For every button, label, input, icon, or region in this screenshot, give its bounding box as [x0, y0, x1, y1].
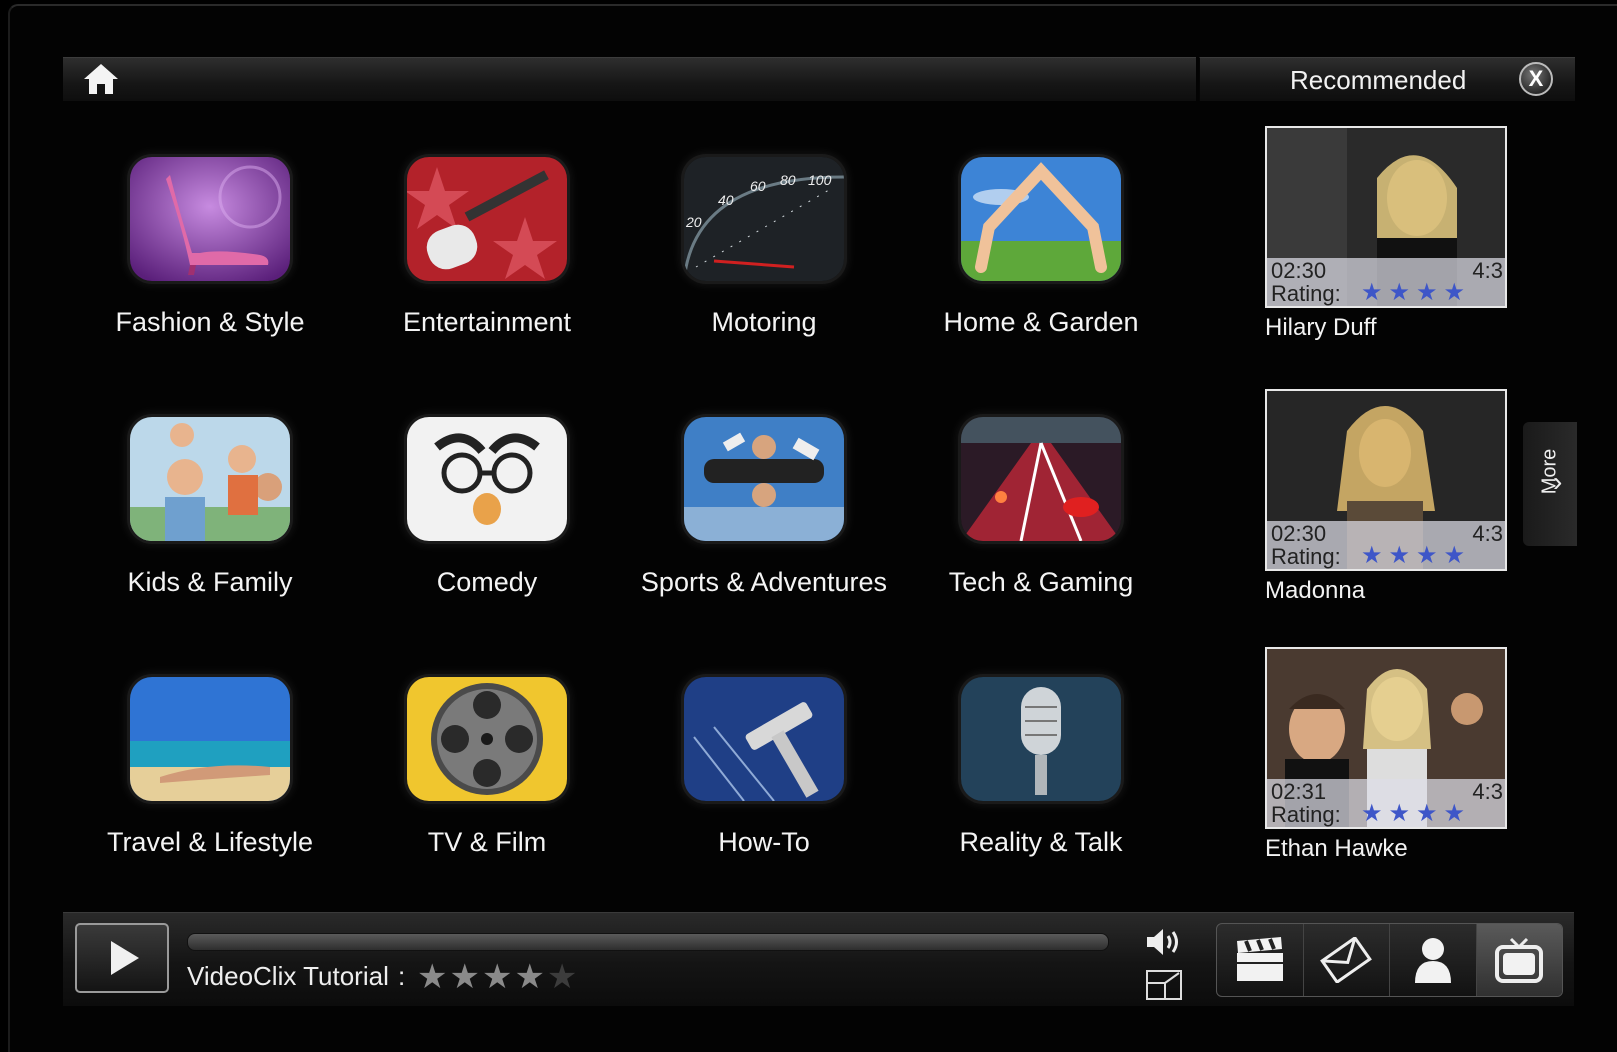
category-home-garden[interactable]: Home & Garden — [901, 157, 1181, 377]
category-label: Tech & Gaming — [948, 567, 1134, 597]
category-label: How-To — [718, 827, 810, 857]
recommended-header: Recommended X — [1199, 57, 1575, 101]
category-label: Travel & Lifestyle — [106, 827, 314, 857]
kids-family-thumbnail — [130, 417, 290, 541]
category-label: Sports & Adventures — [640, 567, 888, 597]
travel-lifestyle-thumbnail — [130, 677, 290, 801]
category-reality-talk[interactable]: Reality & Talk — [901, 677, 1181, 897]
category-label: Fashion & Style — [115, 307, 305, 337]
category-sports-adventures[interactable]: Sports & Adventures — [624, 417, 904, 637]
rating-stars-filled: ★★★★ — [417, 958, 547, 996]
play-button[interactable] — [75, 923, 169, 993]
share-email-button[interactable] — [1304, 924, 1390, 996]
category-label: Reality & Talk — [959, 827, 1123, 857]
tech-gaming-thumbnail — [961, 417, 1121, 541]
video-thumbnail: 02:30 4:3 Rating: ★★★★ — [1265, 126, 1507, 308]
now-playing-title: VideoClix Tutorial — [187, 961, 389, 991]
tv-mode-button[interactable] — [1476, 924, 1562, 996]
speedometer-number: 80 — [780, 172, 796, 188]
video-meta: 02:30 4:3 Rating: ★★★★ — [1267, 521, 1505, 569]
video-thumbnail: 02:31 4:3 Rating: ★★★★ — [1265, 647, 1507, 829]
video-aspect-ratio: 4:3 — [1472, 779, 1503, 804]
entertainment-thumbnail — [407, 157, 567, 281]
video-meta: 02:31 4:3 Rating: ★★★★ — [1267, 779, 1505, 827]
category-tech-gaming[interactable]: Tech & Gaming — [901, 417, 1181, 637]
progress-bar[interactable] — [187, 933, 1109, 951]
volume-icon[interactable] — [1143, 925, 1183, 959]
category-tv-film[interactable]: TV & Film — [347, 677, 627, 897]
speedometer-number: 40 — [718, 192, 734, 208]
video-aspect-ratio: 4:3 — [1472, 258, 1503, 283]
category-label: Home & Garden — [943, 307, 1139, 337]
rating-stars-empty: ★ — [546, 958, 580, 996]
rating-label: Rating: — [1271, 802, 1341, 827]
recommended-video-1[interactable]: 02:30 4:3 Rating: ★★★★ Hilary Duff — [1265, 126, 1507, 342]
category-entertainment[interactable]: Entertainment — [347, 157, 627, 377]
play-icon — [111, 941, 139, 975]
home-garden-thumbnail — [961, 157, 1121, 281]
resize-icon[interactable] — [1145, 969, 1183, 1001]
video-aspect-ratio: 4:3 — [1472, 521, 1503, 546]
how-to-thumbnail — [684, 677, 844, 801]
player-bar: VideoClix Tutorial : ★★★★★ — [63, 912, 1574, 1006]
recommended-title: Recommended — [1290, 65, 1467, 95]
category-travel-lifestyle[interactable]: Travel & Lifestyle — [70, 677, 350, 897]
category-label: Entertainment — [402, 307, 572, 337]
toolbar — [1216, 923, 1563, 997]
comedy-thumbnail — [407, 417, 567, 541]
speedometer-number: 60 — [750, 178, 766, 194]
video-thumbnail: 02:30 4:3 Rating: ★★★★ — [1265, 389, 1507, 571]
category-label: TV & Film — [427, 827, 547, 857]
clapperboard-icon — [1236, 937, 1283, 981]
rating-stars: ★★★★ — [1361, 542, 1472, 569]
profile-button[interactable] — [1390, 924, 1477, 996]
category-label: Kids & Family — [127, 567, 293, 597]
rating-stars: ★★★★ — [1361, 800, 1472, 827]
sports-adventures-thumbnail — [684, 417, 844, 541]
category-kids-family[interactable]: Kids & Family — [70, 417, 350, 637]
category-fashion-style[interactable]: Fashion & Style — [70, 157, 350, 377]
video-title: Ethan Hawke — [1265, 835, 1408, 862]
video-title: Madonna — [1265, 577, 1366, 604]
category-motoring[interactable]: 20 40 60 80 100 Motoring — [624, 157, 904, 377]
fashion-style-thumbnail — [130, 157, 290, 281]
home-icon[interactable] — [81, 62, 121, 96]
video-title: Hilary Duff — [1265, 314, 1377, 341]
category-how-to[interactable]: How-To — [624, 677, 904, 897]
category-label: Motoring — [711, 307, 817, 337]
category-label: Comedy — [436, 567, 538, 597]
close-button[interactable]: X — [1519, 62, 1553, 96]
clapperboard-button[interactable] — [1217, 924, 1304, 996]
motoring-thumbnail: 20 40 60 80 100 — [684, 157, 844, 281]
recommended-video-2[interactable]: 02:30 4:3 Rating: ★★★★ Madonna — [1265, 389, 1507, 605]
tv-icon — [1495, 937, 1544, 983]
reality-talk-thumbnail — [961, 677, 1121, 801]
chevron-right-icon: › — [1553, 466, 1563, 497]
recommended-video-3[interactable]: 02:31 4:3 Rating: ★★★★ Ethan Hawke — [1265, 647, 1507, 863]
rating-stars: ★★★★ — [1361, 279, 1472, 306]
category-comedy[interactable]: Comedy — [347, 417, 627, 637]
speedometer-number: 20 — [685, 214, 702, 230]
more-button[interactable]: More › — [1523, 422, 1577, 546]
top-bar — [63, 57, 1196, 101]
envelope-icon — [1320, 937, 1373, 983]
user-icon — [1414, 938, 1451, 983]
tv-film-thumbnail — [407, 677, 567, 801]
speedometer-number: 100 — [808, 172, 832, 188]
video-meta: 02:30 4:3 Rating: ★★★★ — [1267, 258, 1505, 306]
rating-label: Rating: — [1271, 281, 1341, 306]
now-playing-separator: : — [398, 961, 406, 991]
now-playing-rating[interactable]: ★★★★★ — [417, 957, 579, 997]
rating-label: Rating: — [1271, 544, 1341, 569]
